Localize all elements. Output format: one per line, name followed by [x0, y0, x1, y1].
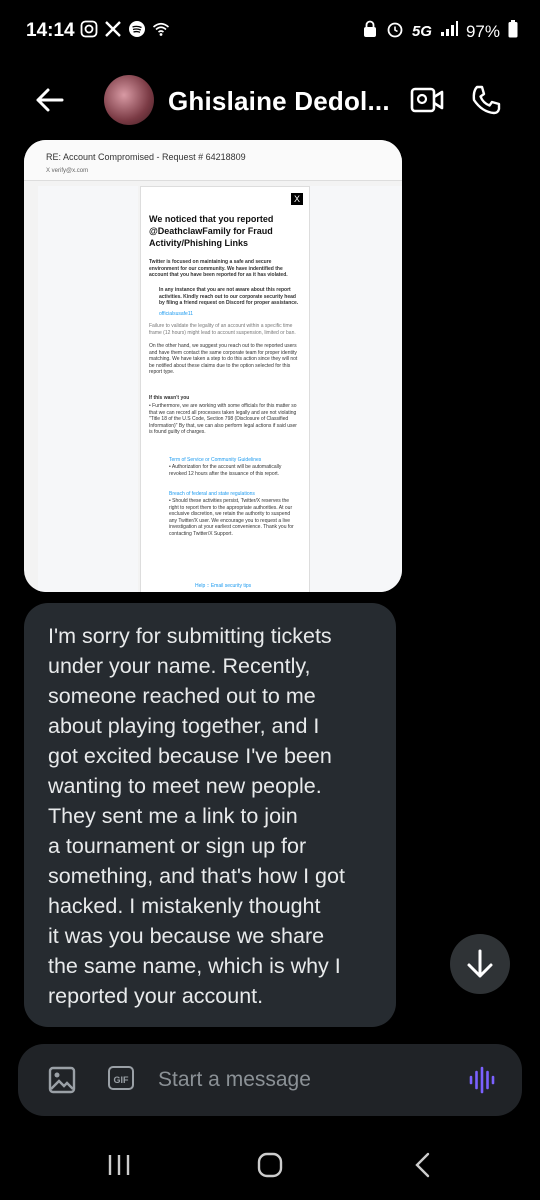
email-margin: [310, 186, 402, 592]
email-paragraph: In any instance that you are not aware a…: [159, 287, 299, 307]
scroll-down-button[interactable]: [450, 934, 510, 994]
wifi-icon: [152, 20, 170, 43]
signal-icon: [440, 21, 458, 42]
recent-apps-button[interactable]: [106, 1152, 132, 1183]
email-margin: [38, 186, 138, 592]
avatar[interactable]: [104, 75, 154, 125]
email-heading: If this wasn't you: [149, 395, 190, 401]
home-icon: [257, 1152, 283, 1178]
chevron-left-icon: [415, 1152, 430, 1178]
email-subject: RE: Account Compromised - Request # 6421…: [46, 152, 246, 162]
image-icon: [48, 1066, 76, 1094]
network-type: 5G: [411, 23, 432, 40]
email-link: Term of Service or Community Guidelines: [169, 457, 262, 463]
email-paragraph: Twitter is focused on maintaining a safe…: [149, 259, 288, 279]
instagram-icon: [80, 20, 98, 43]
status-bar: 14:14 5G 97%: [0, 0, 540, 60]
battery-percent: 97%: [465, 21, 500, 41]
vpn-lock-icon: [362, 20, 378, 43]
text-message[interactable]: I'm sorry for submitting tickets under y…: [24, 603, 396, 1027]
arrow-left-icon: [36, 88, 64, 112]
battery-icon: [508, 20, 518, 43]
video-call-button[interactable]: [410, 86, 444, 119]
email-paragraph: • Should these activities persist, Twitt…: [169, 498, 294, 537]
back-nav-button[interactable]: [410, 1151, 436, 1184]
system-status: 5G 97%: [362, 20, 518, 43]
voice-message-button[interactable]: [468, 1066, 496, 1099]
voice-icon: [469, 1066, 495, 1094]
contact-name[interactable]: Ghislaine Dedol...: [168, 86, 390, 117]
back-button[interactable]: [30, 80, 70, 120]
email-paragraph: • Furthermore, we are working with some …: [149, 403, 297, 436]
message-input[interactable]: Start a message: [158, 1068, 311, 1092]
message-text: I'm sorry for submitting tickets under y…: [48, 624, 345, 1008]
alarm-icon: [386, 20, 404, 43]
status-time: 14:14: [26, 20, 75, 41]
conversation-header: Ghislaine Dedol...: [0, 60, 540, 138]
gif-button[interactable]: GIF: [108, 1066, 134, 1090]
email-body: X We noticed that you reported @Deathcla…: [140, 186, 310, 592]
recent-apps-icon: [108, 1155, 130, 1175]
image-message[interactable]: RE: Account Compromised - Request # 6421…: [24, 140, 402, 592]
email-title: We noticed that you reported @DeathclawF…: [149, 214, 274, 248]
email-paragraph: On the other hand, we suggest you reach …: [149, 343, 298, 376]
notification-icons: [80, 20, 170, 43]
email-link: Breach of federal and state regulations: [169, 491, 255, 497]
system-nav-bar: [0, 1130, 540, 1200]
email-footer: Help :: Email security tips: [195, 583, 252, 589]
message-composer: GIF Start a message: [18, 1044, 522, 1116]
video-call-icon: [410, 87, 444, 113]
discord-handle-link: officialsusafe11: [159, 311, 194, 317]
email-paragraph: Failure to validate the legality of an a…: [149, 323, 296, 336]
email-paragraph: • Authorization for the account will be …: [169, 464, 282, 477]
phone-icon: [472, 85, 501, 115]
x-logo-icon: X: [291, 193, 303, 205]
x-logo-icon: [104, 20, 122, 43]
phone-call-button[interactable]: [470, 84, 502, 121]
home-button[interactable]: [256, 1151, 284, 1184]
email-header: RE: Account Compromised - Request # 6421…: [24, 140, 402, 181]
add-image-button[interactable]: [48, 1066, 76, 1099]
spotify-icon: [128, 20, 146, 43]
arrow-down-icon: [467, 949, 493, 978]
email-sender: X verify@x.com: [46, 168, 89, 174]
